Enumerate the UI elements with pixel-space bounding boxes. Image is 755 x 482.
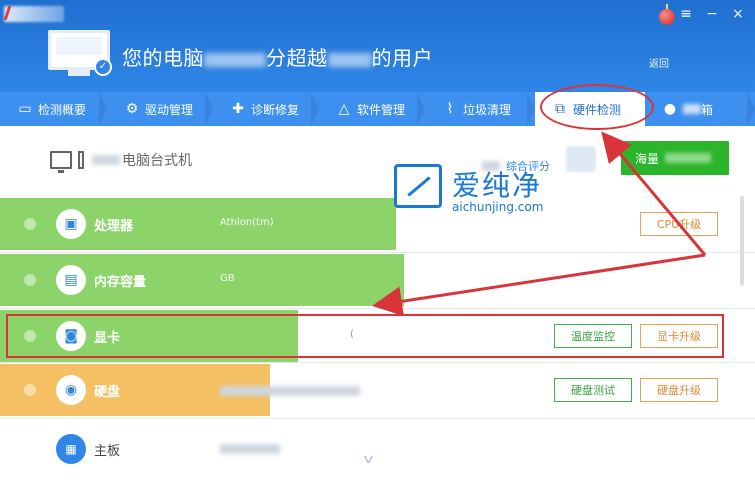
redacted-brand <box>92 155 120 165</box>
cpu-upgrade-button[interactable]: CPU升级 <box>640 212 718 236</box>
tab-label: 诊断修复 <box>251 102 300 117</box>
menu-icon[interactable]: ≡ <box>679 6 693 22</box>
motherboard-icon: ▦ <box>56 434 86 464</box>
check-icon: ✓ <box>94 58 112 76</box>
tab-label: 箱 <box>701 102 714 117</box>
watermark-url: aichunjing.com <box>452 200 544 214</box>
pc-tower-icon <box>78 151 84 169</box>
hardware-name: 主板 <box>94 444 121 459</box>
toolbox-icon: ● <box>663 101 677 117</box>
tab-label: 软件管理 <box>357 102 406 117</box>
scrollbar[interactable] <box>740 196 744 286</box>
memory-icon: ▤ <box>56 265 86 295</box>
tab-label: 检测概要 <box>38 102 87 117</box>
chevron-down-icon[interactable]: ∨ <box>361 452 375 466</box>
wrench-icon: ✚ <box>232 101 244 117</box>
pc-info: 电脑台式机 <box>50 150 192 173</box>
computer-monitor-icon: ✓ <box>48 30 112 80</box>
triangle-icon: △ <box>338 101 350 117</box>
disk-upgrade-button[interactable]: 硬盘升级 <box>640 378 718 402</box>
row-divider <box>0 362 755 363</box>
redacted-score <box>204 52 266 67</box>
headline-text-3: 的用户 <box>371 46 433 70</box>
tab-overview[interactable]: ▭ 检测概要 <box>0 92 107 126</box>
hardware-row-cpu: ▣ 处理器 Athlon(tm) CPU升级 <box>0 198 755 250</box>
row-divider <box>0 418 755 419</box>
tab-toolbox[interactable]: ● 箱 <box>645 92 755 126</box>
annotation-box <box>6 314 724 358</box>
watermark-text: 爱纯净 <box>452 169 543 202</box>
pc-type-label: 电脑台式机 <box>122 153 192 169</box>
site-watermark: 爱纯净 aichunjing.com <box>394 160 574 216</box>
hard-disk-icon: ◉ <box>56 375 86 405</box>
tab-diagnose[interactable]: ✚ 诊断修复 <box>213 92 319 126</box>
desktop-monitor-icon <box>50 151 72 173</box>
redacted-percent <box>327 52 372 67</box>
tab-label: 垃圾清理 <box>463 102 512 117</box>
hardware-name: 处理器 <box>94 219 134 234</box>
row-divider <box>0 308 755 309</box>
hardware-row-disk: ◉ 硬盘 硬盘测试 硬盘升级 <box>0 364 755 416</box>
rank-button-label: 海量 <box>635 151 660 166</box>
redacted-disk-model <box>220 386 360 396</box>
hardware-value: GB <box>220 273 235 284</box>
window-controls: ≡ − × <box>679 6 745 22</box>
hardware-row-memory: ▤ 内存容量 GB <box>0 254 755 306</box>
page-title: 您的电脑 分超越 的用户 <box>122 42 433 71</box>
skin-ball-icon[interactable] <box>657 4 677 26</box>
cpu-icon: ▣ <box>56 209 86 239</box>
headline-text-1: 您的电脑 <box>122 46 204 70</box>
tab-label: 驱动管理 <box>145 102 194 117</box>
minimize-icon[interactable]: − <box>705 6 719 22</box>
tab-cleanup[interactable]: ⌇ 垃圾清理 <box>425 92 535 126</box>
headline-text-2: 分超越 <box>266 46 328 70</box>
hardware-row-motherboard: ▦ 主板 <box>0 424 755 482</box>
close-icon[interactable]: × <box>731 6 745 22</box>
broom-icon: ⌇ <box>446 101 454 117</box>
rank-button[interactable]: 海量 <box>621 141 729 175</box>
hardware-name: 硬盘 <box>94 385 121 400</box>
hardware-value: Athlon(tm) <box>220 217 274 228</box>
monitor-icon: ▭ <box>18 101 32 117</box>
annotation-oval <box>540 84 654 130</box>
tab-drivers[interactable]: ⚙ 驱动管理 <box>107 92 213 126</box>
gear-icon: ⚙ <box>125 101 139 117</box>
watermark-logo-icon <box>394 164 442 208</box>
hardware-name: 内存容量 <box>94 275 147 290</box>
disk-test-button[interactable]: 硬盘测试 <box>554 378 632 402</box>
tab-software[interactable]: △ 软件管理 <box>319 92 425 126</box>
row-divider <box>0 252 755 253</box>
app-header: ≡ − × ✓ 您的电脑 分超越 的用户 返回 <box>0 0 755 92</box>
back-link[interactable]: 返回 <box>649 55 669 70</box>
